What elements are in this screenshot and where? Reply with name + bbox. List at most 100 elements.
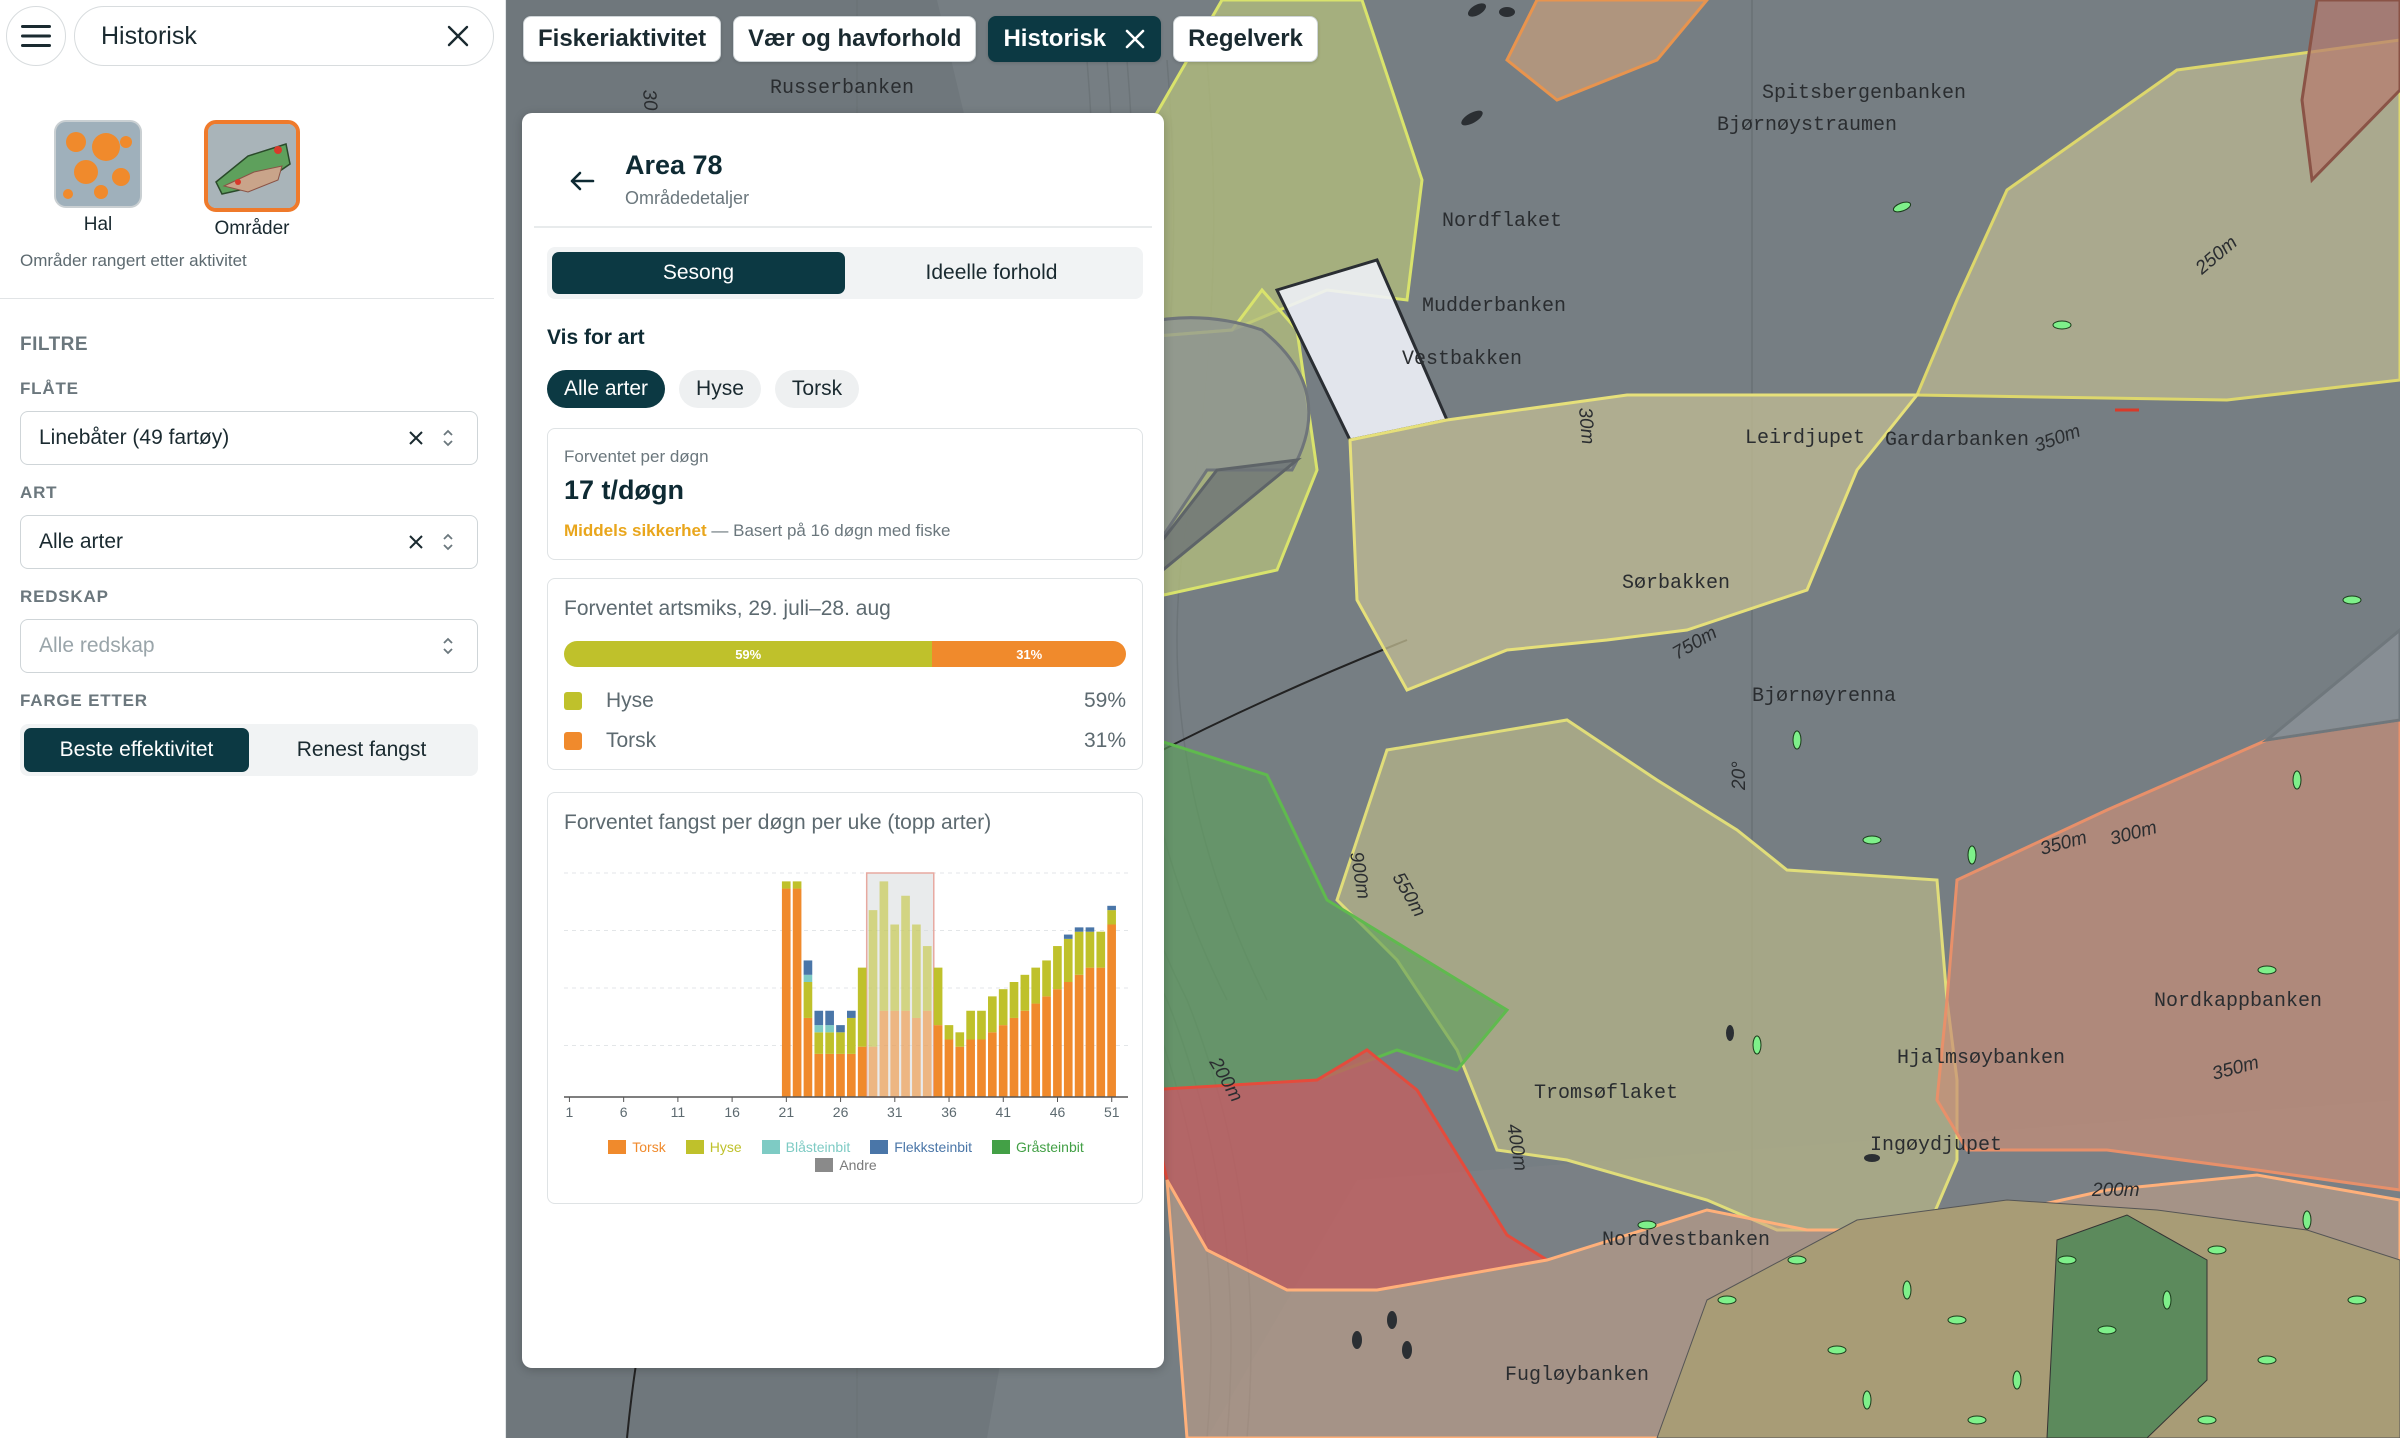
legend-item: Andre	[815, 1157, 877, 1173]
legend-item: Gråsteinbit	[992, 1139, 1084, 1155]
search-input[interactable]	[101, 21, 441, 51]
menu-button[interactable]	[6, 6, 66, 66]
chart-bar-hyse	[1096, 931, 1106, 968]
mix-segment-torsk: 31%	[932, 641, 1126, 667]
expected-catch-card: Forventet per døgn 17 t/døgn Middels sik…	[547, 428, 1143, 560]
clear-species-icon[interactable]	[401, 534, 431, 550]
chart-bar-hyse	[1107, 910, 1116, 925]
chart-bar-torsk	[1020, 1010, 1030, 1097]
chart-bar-torsk	[933, 1025, 943, 1097]
layer-tile-hal[interactable]: Hal	[50, 120, 146, 240]
chart-bar-torsk	[955, 1046, 965, 1097]
chart-bar-hyse	[868, 910, 878, 1047]
chart-bar-hyse	[890, 924, 900, 1011]
depth-label: 200m	[2091, 1180, 2140, 1201]
close-icon	[447, 25, 469, 47]
chip-vaer-og-havforhold[interactable]: Vær og havforhold	[733, 16, 977, 62]
mix-species-name: Hyse	[606, 689, 654, 712]
chart-bar-hyse	[879, 881, 889, 1011]
chart-bar-torsk	[792, 888, 802, 1097]
color-by-efficiency-button[interactable]: Beste effektivitet	[24, 728, 249, 772]
chart-bar-hyse	[933, 967, 943, 1026]
mix-segment-hyse: 59%	[564, 641, 933, 667]
chart-tick-label: 36	[941, 1104, 957, 1120]
fleet-label: FLÅTE	[20, 379, 79, 398]
color-by-clean-catch-button[interactable]: Renest fangst	[249, 728, 474, 772]
gear-select[interactable]: Alle redskap	[20, 619, 478, 673]
tab-ideelle-forhold[interactable]: Ideelle forhold	[845, 252, 1138, 294]
back-button[interactable]	[564, 163, 600, 199]
hamburger-icon	[21, 25, 51, 47]
layer-tile-omrader[interactable]: Områder	[204, 120, 300, 240]
fleet-select[interactable]: Linebåter (49 fartøy)	[20, 411, 478, 465]
chart-bar-blåsteinbit	[803, 974, 813, 982]
clear-search-button[interactable]	[441, 19, 475, 53]
tab-sesong[interactable]: Sesong	[552, 252, 845, 294]
pill-alle-arter[interactable]: Alle arter	[547, 370, 666, 408]
chart-bar-hyse	[836, 1032, 845, 1054]
panel-title: Area 78	[625, 150, 723, 180]
chart-bar-hyse	[1031, 967, 1041, 1004]
chip-historisk[interactable]: Historisk	[988, 16, 1162, 62]
chevron-updown-icon	[437, 636, 459, 656]
map-label-tromsoflaket: Tromsøflaket	[1534, 1082, 1678, 1105]
map-label-spitsbergenbanken: Spitsbergenbanken	[1762, 82, 1966, 105]
map-label-nordflaket: Nordflaket	[1442, 210, 1562, 233]
weekly-catch-card: Forventet fangst per døgn per uke (topp …	[547, 792, 1143, 1204]
species-select[interactable]: Alle arter	[20, 515, 478, 569]
clear-fleet-icon[interactable]	[401, 430, 431, 446]
area-detail-panel: Area 78 Områdedetaljer Sesong Ideelle fo…	[522, 113, 1164, 1368]
chart-bar-torsk	[1063, 982, 1073, 1097]
legend-swatch	[815, 1158, 834, 1172]
species-pills: Alle arter Hyse Torsk	[547, 370, 860, 408]
chart-bar-torsk	[1009, 1017, 1019, 1097]
chart-bar-hyse	[912, 924, 921, 1018]
expected-label: Forventet per døgn	[564, 447, 709, 466]
chip-regelverk[interactable]: Regelverk	[1173, 16, 1318, 62]
map-label-bjornoyrenna: Bjørnøyrenna	[1752, 685, 1896, 708]
chart-bar-hyse	[825, 1032, 834, 1054]
mix-row-torsk: Torsk 31%	[564, 729, 1126, 753]
legend-swatch	[870, 1140, 889, 1154]
species-mix-bar: 59% 31%	[564, 641, 1126, 667]
map-label-ingoydjupet: Ingøydjupet	[1870, 1134, 2002, 1157]
chart-bar-flekksteinbit	[1085, 927, 1095, 932]
legend-item: Blåsteinbit	[761, 1139, 851, 1155]
chart-bar-hyse	[1053, 946, 1062, 990]
chart-bar-hyse	[847, 1017, 856, 1054]
chart-bar-hyse	[857, 967, 867, 1047]
chart-bar-torsk	[922, 1010, 932, 1097]
chip-label: Fiskeriaktivitet	[538, 25, 707, 52]
chart-tick-label: 11	[671, 1104, 686, 1120]
map-label-bjornoystraumen: Bjørnøystraumen	[1717, 114, 1897, 137]
layer-caption: Områder rangert etter aktivitet	[20, 251, 247, 270]
close-icon[interactable]	[1124, 28, 1146, 50]
chart-bar-torsk	[1096, 967, 1106, 1097]
filters-heading: FILTRE	[20, 334, 89, 355]
chart-bar-flekksteinbit	[803, 960, 813, 975]
chart-tick-label: 6	[620, 1104, 628, 1120]
sidebar: Hal Områder Områder rangert etter aktivi…	[0, 0, 506, 1438]
chip-fiskeriaktivitet[interactable]: Fiskeriaktivitet	[523, 16, 722, 62]
map-label-mudderbanken: Mudderbanken	[1422, 295, 1566, 318]
chip-label: Vær og havforhold	[748, 25, 962, 52]
chart-bar-torsk	[1031, 1003, 1041, 1097]
map-label-sorbakken: Sørbakken	[1622, 572, 1730, 595]
chart-bar-flekksteinbit	[1107, 905, 1116, 911]
fleet-value: Linebåter (49 fartøy)	[39, 426, 230, 449]
weekly-catch-chart: 1 6 11 16 21 26 31 36 41 46 51	[564, 872, 1128, 1120]
chart-bar-hyse	[955, 1032, 965, 1047]
map-label-gardarbanken: Gardarbanken	[1885, 429, 2029, 452]
chart-bar-flekksteinbit	[836, 1025, 845, 1033]
species-filter-label: Vis for art	[547, 326, 645, 349]
pill-torsk[interactable]: Torsk	[774, 370, 860, 408]
chart-bar-hyse	[988, 996, 997, 1033]
pill-hyse[interactable]: Hyse	[679, 370, 761, 408]
map-label-nordkappbanken: Nordkappbanken	[2154, 990, 2322, 1013]
chart-bar-torsk	[1107, 924, 1116, 1097]
legend-label: Blåsteinbit	[785, 1139, 851, 1155]
legend-label: Andre	[839, 1157, 877, 1173]
divider	[0, 298, 494, 299]
chip-label: Historisk	[1003, 25, 1107, 52]
legend-label: Flekksteinbit	[894, 1139, 973, 1155]
